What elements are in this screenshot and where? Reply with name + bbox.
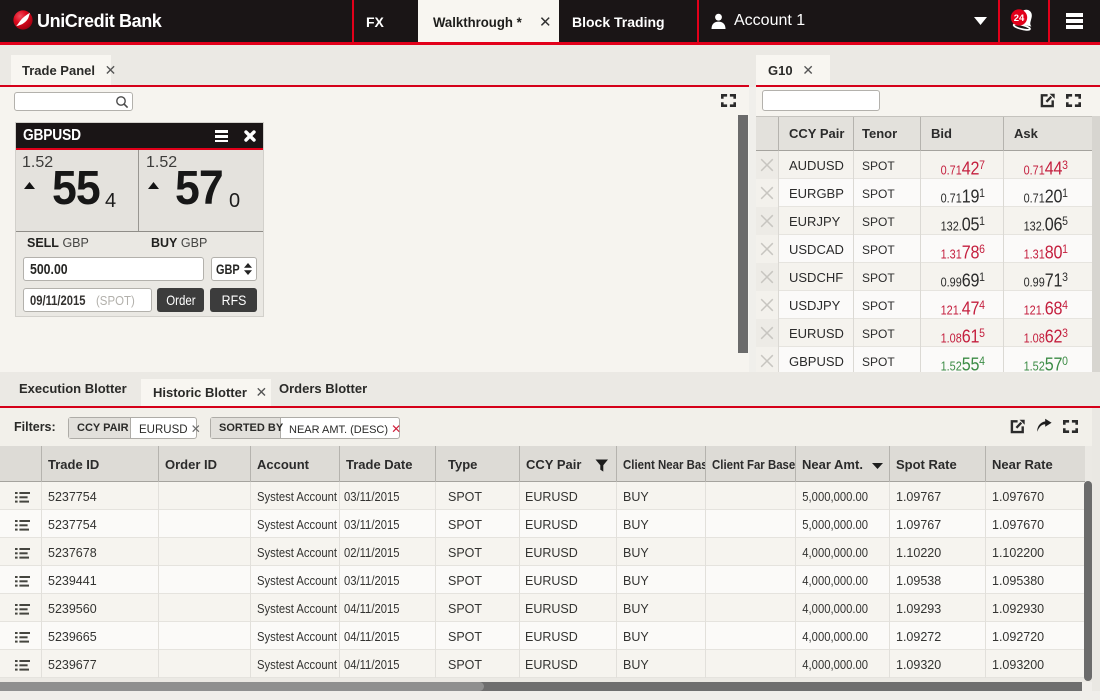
svg-text:24: 24: [1014, 13, 1025, 24]
